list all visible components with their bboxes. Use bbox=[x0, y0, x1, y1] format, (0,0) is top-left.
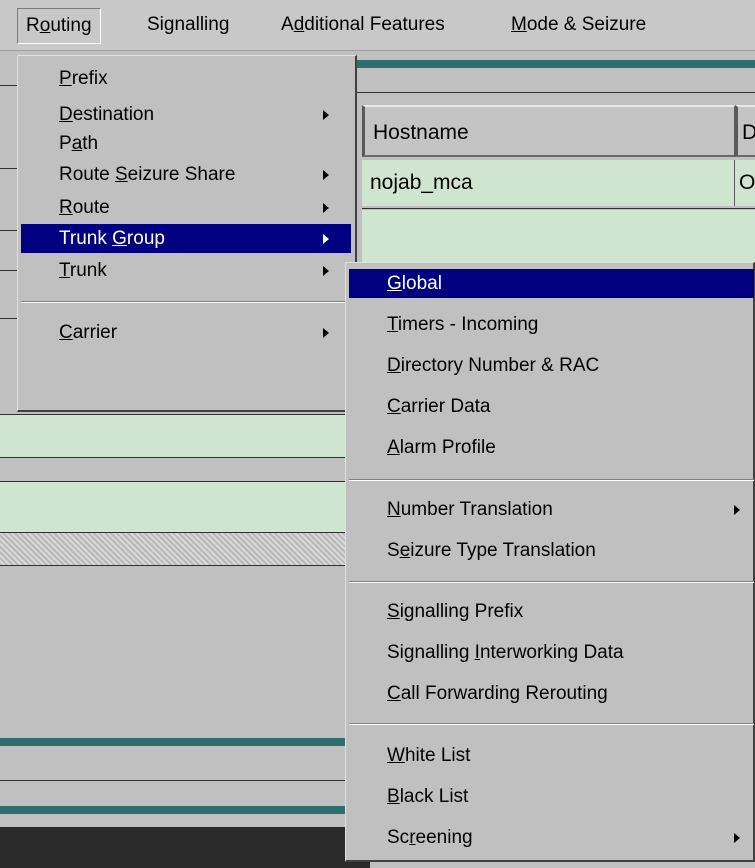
window-titlebar-strip bbox=[355, 60, 755, 68]
menu-item-route-seizure-share[interactable]: Route Seizure Share bbox=[21, 160, 351, 189]
menu-item-signalling-prefix[interactable]: Signalling Prefix bbox=[349, 597, 754, 626]
submenu-arrow-icon bbox=[323, 203, 329, 213]
menu-separator bbox=[349, 479, 754, 481]
menu-item-screening[interactable]: Screening bbox=[349, 823, 754, 852]
menu-item-trunk[interactable]: Trunk bbox=[21, 256, 351, 285]
submenu-arrow-icon bbox=[323, 110, 329, 120]
menu-routing[interactable]: Routing bbox=[17, 8, 101, 44]
cell-hostname[interactable]: nojab_mca bbox=[362, 160, 735, 206]
menu-item-global[interactable]: Global bbox=[349, 269, 754, 298]
menu-item-timers-incoming[interactable]: Timers - Incoming bbox=[349, 310, 754, 339]
submenu-arrow-icon bbox=[323, 266, 329, 276]
menu-item-number-translation[interactable]: Number Translation bbox=[349, 495, 754, 524]
row-divider bbox=[355, 92, 755, 93]
routing-menu: Prefix Destination Path Route Seizure Sh… bbox=[17, 55, 357, 412]
menu-separator bbox=[21, 301, 351, 303]
submenu-arrow-icon bbox=[734, 833, 740, 843]
table-row[interactable] bbox=[0, 415, 345, 457]
menu-item-signalling-interworking-data[interactable]: Signalling Interworking Data bbox=[349, 638, 754, 667]
menu-item-seizure-type-translation[interactable]: Seizure Type Translation bbox=[349, 536, 754, 565]
menu-item-call-forwarding-rerouting[interactable]: Call Forwarding Rerouting bbox=[349, 679, 754, 708]
submenu-arrow-icon bbox=[323, 234, 329, 244]
row-divider bbox=[362, 208, 755, 209]
menu-item-directory-number-rac[interactable]: Directory Number & RAC bbox=[349, 351, 754, 380]
hatched-row bbox=[0, 533, 345, 565]
submenu-arrow-icon bbox=[734, 505, 740, 515]
row-divider bbox=[0, 780, 345, 781]
menu-item-trunk-group[interactable]: Trunk Group bbox=[21, 224, 351, 253]
trunk-group-submenu: Global Timers - Incoming Directory Numbe… bbox=[345, 262, 755, 862]
menu-item-alarm-profile[interactable]: Alarm Profile bbox=[349, 433, 754, 462]
teal-divider bbox=[0, 738, 345, 746]
table-row[interactable] bbox=[0, 482, 345, 532]
menubar: Routing Signalling Additional Features M… bbox=[0, 0, 755, 51]
menu-item-prefix[interactable]: Prefix bbox=[21, 64, 351, 93]
menu-additional-features[interactable]: Additional Features bbox=[273, 8, 453, 42]
column-header-hostname[interactable]: Hostname bbox=[362, 105, 735, 157]
menu-item-carrier[interactable]: Carrier bbox=[21, 318, 351, 347]
menu-item-destination[interactable]: Destination bbox=[21, 100, 351, 129]
cell-d[interactable]: O bbox=[735, 160, 755, 206]
menu-mode-seizure[interactable]: Mode & Seizure bbox=[503, 8, 654, 42]
teal-divider bbox=[0, 806, 345, 814]
row-divider bbox=[0, 457, 345, 458]
menu-item-white-list[interactable]: White List bbox=[349, 741, 754, 770]
menu-separator bbox=[349, 581, 754, 583]
menu-item-carrier-data[interactable]: Carrier Data bbox=[349, 392, 754, 421]
table-row[interactable] bbox=[362, 210, 755, 262]
row-divider bbox=[0, 565, 345, 566]
submenu-arrow-icon bbox=[323, 170, 329, 180]
status-strip bbox=[0, 827, 370, 868]
menu-item-route[interactable]: Route bbox=[21, 193, 351, 222]
menu-item-black-list[interactable]: Black List bbox=[349, 782, 754, 811]
column-header-d[interactable]: D bbox=[735, 105, 755, 157]
menu-item-path[interactable]: Path bbox=[21, 129, 351, 158]
submenu-arrow-icon bbox=[323, 328, 329, 338]
menu-separator bbox=[349, 723, 754, 725]
menu-signalling[interactable]: Signalling bbox=[139, 8, 237, 42]
